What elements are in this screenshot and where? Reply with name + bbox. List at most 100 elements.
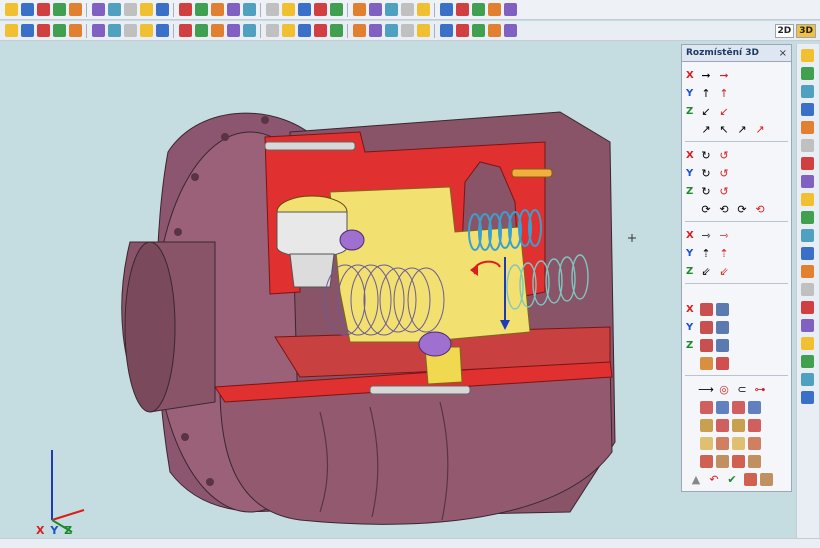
new-file-icon[interactable] bbox=[4, 3, 18, 16]
zoom-fit-icon[interactable] bbox=[416, 3, 430, 16]
rotate-x-cw-icon[interactable]: ↻ bbox=[698, 148, 714, 162]
dock-tool-1-icon[interactable] bbox=[801, 49, 814, 62]
mate-point-icon[interactable] bbox=[747, 418, 761, 432]
view-top-icon[interactable] bbox=[123, 24, 137, 37]
snap-axis-icon[interactable] bbox=[747, 400, 761, 414]
dock-tool-10-icon[interactable] bbox=[801, 211, 814, 224]
dock-tool-5-icon[interactable] bbox=[801, 121, 814, 134]
triangle-warning-icon[interactable]: ▲ bbox=[688, 472, 704, 486]
mode-3d-button[interactable]: 3D bbox=[796, 23, 816, 38]
apply-icon[interactable] bbox=[743, 472, 757, 486]
diag-arrow-4-icon[interactable]: ↗ bbox=[752, 122, 768, 136]
dock-tool-12-icon[interactable] bbox=[801, 247, 814, 260]
boolean-union-icon[interactable] bbox=[313, 3, 327, 16]
section-icon[interactable] bbox=[107, 24, 121, 37]
paste-icon[interactable] bbox=[91, 3, 105, 16]
step-y-icon[interactable]: ⇡ bbox=[698, 246, 714, 260]
annotation-icon[interactable] bbox=[503, 24, 517, 37]
grid-icon[interactable] bbox=[400, 24, 414, 37]
dock-tool-19-icon[interactable] bbox=[801, 373, 814, 386]
pattern-icon[interactable] bbox=[699, 454, 713, 468]
snap-arc-icon[interactable]: ⊂ bbox=[734, 382, 750, 396]
hole-icon[interactable] bbox=[297, 3, 311, 16]
boolean-intersect-icon[interactable] bbox=[352, 3, 366, 16]
step-z-red-icon[interactable]: ⇙ bbox=[716, 264, 732, 278]
dock-tool-16-icon[interactable] bbox=[801, 319, 814, 332]
open-file-icon[interactable] bbox=[20, 3, 34, 16]
render-icon[interactable] bbox=[281, 24, 295, 37]
dock-tool-6-icon[interactable] bbox=[801, 139, 814, 152]
shell-icon[interactable] bbox=[368, 3, 382, 16]
3d-viewport[interactable] bbox=[0, 42, 680, 538]
rotate-icon[interactable] bbox=[68, 24, 82, 37]
dock-tool-2-icon[interactable] bbox=[801, 67, 814, 80]
align-z-icon[interactable] bbox=[699, 338, 713, 352]
sphere-primitive-icon[interactable] bbox=[194, 3, 208, 16]
align-z-alt-icon[interactable] bbox=[715, 338, 729, 352]
zoom-all-icon[interactable] bbox=[487, 3, 501, 16]
rotate-y-ccw-icon[interactable]: ↺ bbox=[716, 166, 732, 180]
rotate-180-icon[interactable]: ⟲ bbox=[716, 202, 732, 216]
snap-center-icon[interactable]: ◎ bbox=[716, 382, 732, 396]
dock-tool-18-icon[interactable] bbox=[801, 355, 814, 368]
zoom-window-icon[interactable] bbox=[471, 3, 485, 16]
ok-icon[interactable]: ✔ bbox=[724, 472, 740, 486]
view-front-icon[interactable] bbox=[139, 24, 153, 37]
redo-icon[interactable] bbox=[123, 3, 137, 16]
dock-tool-9-icon[interactable] bbox=[801, 193, 814, 206]
dock-tool-13-icon[interactable] bbox=[801, 265, 814, 278]
dock-tool-17-icon[interactable] bbox=[801, 337, 814, 350]
save-all-icon[interactable] bbox=[52, 3, 66, 16]
snap-vertex-icon[interactable] bbox=[731, 400, 745, 414]
diag-arrow-2-icon[interactable]: ↖ bbox=[716, 122, 732, 136]
drawing-icon[interactable] bbox=[471, 24, 485, 37]
rotate-z-cw-icon[interactable]: ↻ bbox=[698, 184, 714, 198]
hidden-line-icon[interactable] bbox=[226, 24, 240, 37]
move-y-arrow-icon[interactable]: ↑ bbox=[698, 86, 714, 100]
align-x-alt-icon[interactable] bbox=[715, 302, 729, 316]
revolve-icon[interactable] bbox=[242, 3, 256, 16]
cancel-icon[interactable] bbox=[759, 472, 773, 486]
save-icon[interactable] bbox=[36, 3, 50, 16]
measure-icon[interactable] bbox=[91, 24, 105, 37]
dock-tool-14-icon[interactable] bbox=[801, 283, 814, 296]
loft-icon[interactable] bbox=[384, 3, 398, 16]
cone-primitive-icon[interactable] bbox=[178, 3, 192, 16]
mode-2d-button[interactable]: 2D bbox=[774, 23, 795, 38]
align-y-alt-icon[interactable] bbox=[715, 320, 729, 334]
array-icon[interactable] bbox=[715, 454, 729, 468]
rotate-y-cw-icon[interactable]: ↻ bbox=[698, 166, 714, 180]
zoom-out-icon[interactable] bbox=[455, 3, 469, 16]
wireframe-icon[interactable] bbox=[210, 24, 224, 37]
stretch-icon[interactable] bbox=[747, 454, 761, 468]
move-x-arrow-red-icon[interactable]: ➞ bbox=[716, 68, 732, 82]
copy-object-icon[interactable] bbox=[699, 356, 713, 370]
move-z-arrow-red-icon[interactable]: ↙ bbox=[716, 104, 732, 118]
dock-tool-8-icon[interactable] bbox=[801, 175, 814, 188]
dock-tool-7-icon[interactable] bbox=[801, 157, 814, 170]
dock-tool-4-icon[interactable] bbox=[801, 103, 814, 116]
color-icon[interactable] bbox=[313, 24, 327, 37]
step-y-red-icon[interactable]: ⇡ bbox=[716, 246, 732, 260]
align-y-icon[interactable] bbox=[699, 320, 713, 334]
scale-icon[interactable] bbox=[731, 454, 745, 468]
move-z-arrow-icon[interactable]: ↙ bbox=[698, 104, 714, 118]
mate-face-icon[interactable] bbox=[699, 418, 713, 432]
diag-arrow-3-icon[interactable]: ↗ bbox=[734, 122, 750, 136]
material-icon[interactable] bbox=[242, 24, 256, 37]
select-icon[interactable] bbox=[36, 24, 50, 37]
camera-icon[interactable] bbox=[368, 24, 382, 37]
mate-edge-icon[interactable] bbox=[731, 418, 745, 432]
chamfer-icon[interactable] bbox=[281, 3, 295, 16]
view-side-icon[interactable] bbox=[155, 24, 169, 37]
diag-arrow-1-icon[interactable]: ↗ bbox=[698, 122, 714, 136]
part-icon[interactable] bbox=[455, 24, 469, 37]
torus-primitive-icon[interactable] bbox=[210, 3, 224, 16]
copy-icon[interactable] bbox=[68, 3, 82, 16]
cut-icon[interactable] bbox=[4, 24, 18, 37]
move-x-arrow-icon[interactable]: ➞ bbox=[698, 68, 714, 82]
coupling-model[interactable] bbox=[0, 42, 680, 538]
undo-move-icon[interactable]: ↶ bbox=[706, 472, 722, 486]
close-icon[interactable]: × bbox=[779, 48, 787, 59]
group-icon[interactable] bbox=[715, 436, 729, 450]
